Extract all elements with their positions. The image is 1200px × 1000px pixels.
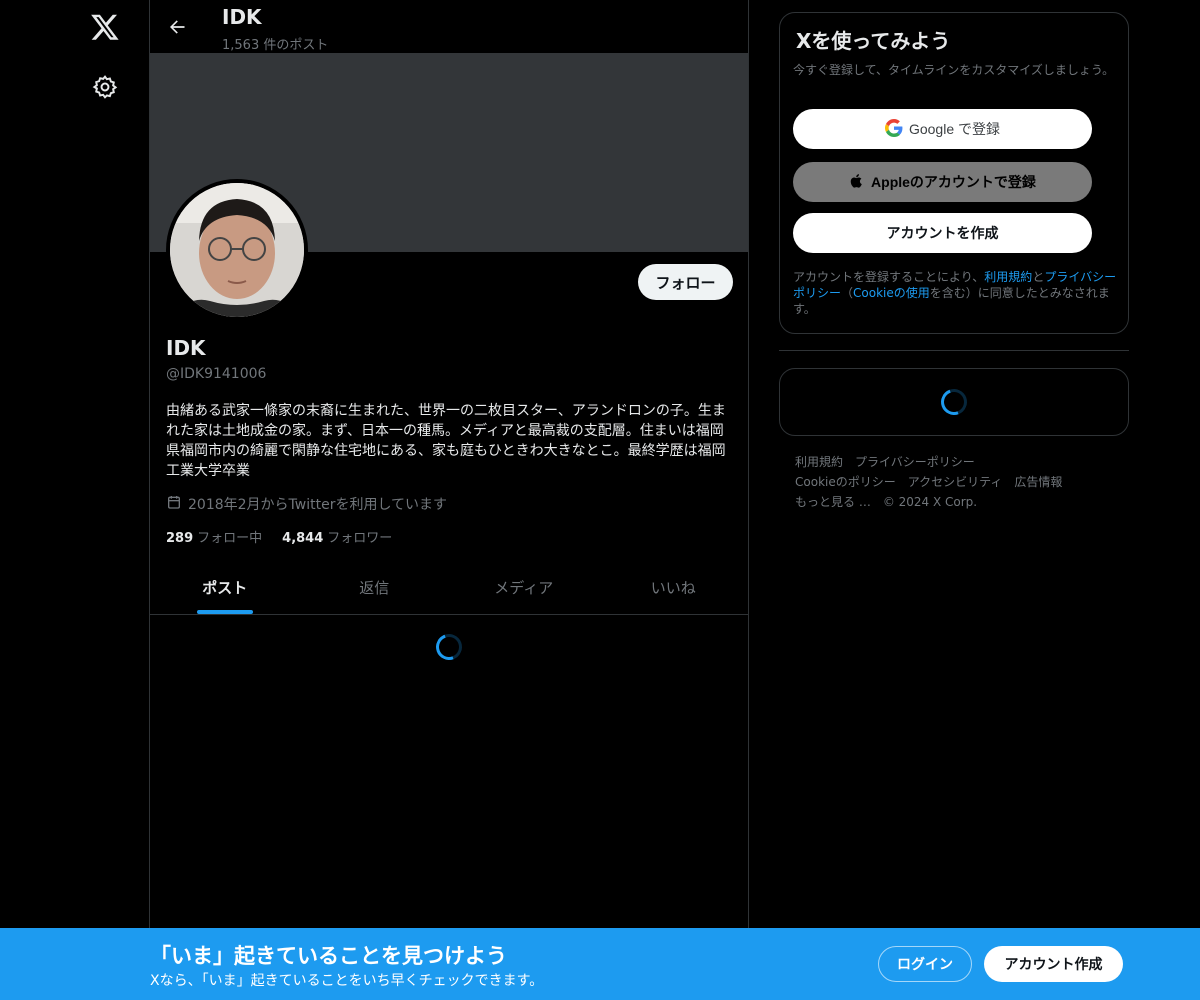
footer-link-privacy[interactable]: プライバシーポリシー: [855, 455, 975, 469]
signup-card: Xを使ってみよう 今すぐ登録して、タイムラインをカスタマイズしましょう。 Goo…: [779, 12, 1129, 334]
back-arrow-icon[interactable]: [164, 14, 190, 40]
joined-date: 2018年2月からTwitterを利用しています: [166, 494, 447, 514]
profile-name: IDK: [166, 336, 206, 360]
joined-text: 2018年2月からTwitterを利用しています: [188, 497, 448, 513]
post-count: 1,563 件のポスト: [222, 38, 329, 53]
footer-link-cookie[interactable]: Cookieのポリシー: [795, 475, 896, 489]
x-logo-icon[interactable]: [90, 12, 120, 42]
footer-link-accessibility[interactable]: アクセシビリティ: [908, 475, 1003, 489]
signup-subtitle: 今すぐ登録して、タイムラインをカスタマイズしましょう。: [793, 63, 1115, 77]
trends-card: [779, 368, 1129, 436]
followers-label: フォロワー: [327, 531, 393, 546]
apple-signup-label: Appleのアカウントで登録: [871, 174, 1036, 190]
following-link[interactable]: 289 フォロー中: [166, 527, 262, 546]
cookie-link[interactable]: Cookieの使用: [853, 286, 930, 300]
terms-pre: アカウントを登録することにより、: [793, 270, 985, 284]
signup-button[interactable]: アカウント作成: [984, 946, 1123, 982]
footer-copyright: © 2024 X Corp.: [882, 495, 978, 509]
google-icon: [884, 118, 903, 140]
terms-paren: （: [841, 286, 854, 300]
tab-replies[interactable]: 返信: [300, 561, 450, 614]
apple-signup-button[interactable]: Appleのアカウントで登録: [793, 162, 1092, 202]
google-signup-label: Google で登録: [908, 121, 1001, 137]
profile-bio: 由緒ある武家一條家の末裔に生まれた、世界一の二枚目スター、アランドロンの子。生ま…: [166, 403, 726, 479]
follow-button[interactable]: フォロー: [638, 264, 733, 300]
apple-icon: [849, 172, 865, 193]
tab-media[interactable]: メディア: [449, 561, 599, 614]
following-count: 289: [166, 531, 194, 546]
profile-handle: @IDK9141006: [166, 366, 267, 382]
footer-link-terms[interactable]: 利用規約: [795, 455, 843, 469]
profile-tabs: ポスト 返信 メディア いいね: [150, 561, 748, 615]
following-label: フォロー中: [197, 531, 263, 546]
profile-column: IDK 1,563 件のポスト フォロー IDK @IDK9141006 由緒あ…: [149, 0, 749, 1000]
tab-posts[interactable]: ポスト: [150, 561, 300, 614]
bottom-bar-title: 「いま」起きていることを見つけよう: [150, 944, 507, 968]
follow-stats: 289 フォロー中 4,844 フォロワー: [166, 527, 392, 546]
followers-link[interactable]: 4,844 フォロワー: [282, 527, 392, 546]
bottom-signup-bar: 「いま」起きていることを見つけよう Xなら、「いま」起きていることをいち早くチェ…: [0, 928, 1200, 1000]
sidebar-divider: [779, 350, 1129, 351]
signup-title: Xを使ってみよう: [796, 29, 951, 53]
calendar-icon: [166, 494, 182, 514]
create-account-button[interactable]: アカウントを作成: [793, 213, 1092, 253]
gear-icon[interactable]: [92, 74, 118, 100]
footer-link-more[interactable]: もっと見る …: [795, 495, 871, 509]
trends-loading-spinner: [936, 384, 972, 420]
profile-header: IDK 1,563 件のポスト: [150, 0, 748, 53]
avatar[interactable]: [166, 179, 308, 321]
loading-spinner: [431, 629, 467, 665]
followers-count: 4,844: [282, 531, 324, 546]
terms-and: と: [1032, 270, 1045, 284]
left-nav: [0, 0, 149, 1000]
footer-link-ads[interactable]: 広告情報: [1014, 475, 1062, 489]
terms-text: アカウントを登録することにより、利用規約とプライバシーポリシー（Cookieの使…: [793, 269, 1123, 317]
bottom-bar-subtitle: Xなら、「いま」起きていることをいち早くチェックできます。: [150, 973, 544, 989]
tab-likes[interactable]: いいね: [599, 561, 749, 614]
header-title: IDK: [222, 5, 262, 29]
login-button[interactable]: ログイン: [878, 946, 972, 982]
terms-link[interactable]: 利用規約: [984, 270, 1032, 284]
google-signup-button[interactable]: Google で登録: [793, 109, 1092, 149]
footer-links: 利用規約 プライバシーポリシー Cookieのポリシー アクセシビリティ 広告情報 も…: [795, 452, 1115, 512]
